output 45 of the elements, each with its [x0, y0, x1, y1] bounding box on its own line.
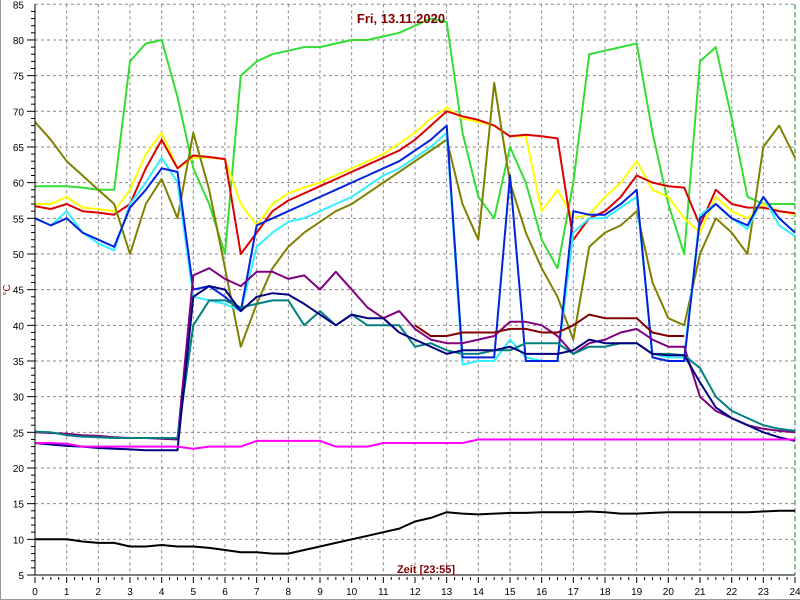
tick-label: 15: [504, 587, 516, 598]
tick-label: 20: [12, 464, 24, 475]
tick-label: 16: [536, 587, 548, 598]
tick-label: 11: [378, 587, 389, 598]
tick-label: 40: [12, 321, 24, 332]
tick-label: 22: [726, 587, 738, 598]
tick-label: 2: [96, 587, 102, 598]
tick-label: 30: [12, 392, 24, 404]
tick-label: 13: [441, 587, 452, 598]
tick-label: 18: [599, 587, 611, 598]
tick-label: 60: [12, 178, 24, 190]
tick-label: 8: [286, 587, 292, 598]
x-axis-label: Zeit [23:55]: [396, 564, 456, 576]
tick-label: 65: [12, 142, 24, 154]
tick-label: 5: [190, 587, 196, 598]
tick-label: 0: [32, 587, 38, 598]
tick-label: 17: [568, 587, 579, 598]
tick-label: 70: [12, 107, 24, 118]
tick-label: 25: [12, 428, 24, 440]
tick-label: 23: [758, 587, 769, 598]
tick-label: 14: [472, 587, 484, 598]
tick-label: 50: [12, 250, 24, 261]
tick-label: 3: [127, 587, 133, 598]
y-axis-label: °C: [2, 284, 13, 296]
tick-label: 24: [789, 587, 800, 598]
tick-label: 19: [631, 587, 642, 598]
tick-label: 6: [222, 587, 228, 598]
tick-label: 85: [12, 0, 24, 12]
tick-label: 4: [158, 587, 164, 598]
tick-label: 7: [254, 587, 260, 598]
tick-label: 20: [662, 587, 674, 598]
tick-label: 1: [64, 587, 70, 598]
tick-label: 5: [18, 571, 24, 582]
tick-label: 75: [12, 72, 24, 83]
tick-label: 35: [12, 356, 24, 368]
tick-label: 9: [317, 587, 323, 598]
tick-label: 45: [12, 286, 24, 297]
tick-label: 10: [12, 535, 24, 546]
tick-label: 12: [409, 587, 421, 598]
tick-label: 21: [694, 587, 706, 598]
tick-label: 10: [346, 587, 358, 598]
tick-label: 80: [12, 36, 24, 47]
tick-label: 55: [12, 214, 24, 226]
chart-title: Fri, 13.11.2020: [356, 11, 446, 26]
tick-label: 15: [12, 500, 24, 511]
